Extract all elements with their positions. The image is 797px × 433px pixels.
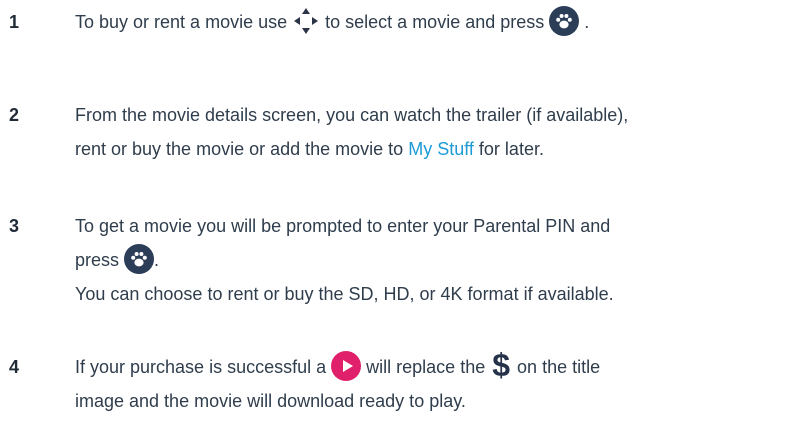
play-icon bbox=[331, 351, 362, 382]
step-number: 2 bbox=[9, 105, 20, 125]
step-text-segment: for later. bbox=[478, 139, 544, 159]
step-text-segment: . bbox=[154, 250, 160, 270]
step-text-segment: press bbox=[75, 250, 120, 270]
step-number: 3 bbox=[9, 216, 20, 236]
paw-button-icon bbox=[124, 244, 155, 275]
step-text-line: image and the movie will download ready … bbox=[75, 391, 466, 411]
step-text-line: From the movie details screen, you can w… bbox=[75, 105, 629, 125]
step-text-line: You can choose to rent or buy the SD, HD… bbox=[75, 284, 614, 304]
my-stuff-link[interactable]: My Stuff bbox=[408, 139, 474, 159]
step-text: To get a movie you will be prompted to e… bbox=[75, 209, 790, 311]
step-number: 1 bbox=[9, 12, 20, 32]
step-number: 4 bbox=[9, 357, 20, 377]
step-text-segment: on the title bbox=[517, 357, 601, 377]
step-text-segment: To buy or rent a movie use bbox=[75, 12, 288, 32]
step-text: From the movie details screen, you can w… bbox=[75, 98, 790, 166]
step-text: To buy or rent a movie use to select a m… bbox=[75, 5, 790, 39]
step-text-segment: will replace the bbox=[366, 357, 486, 377]
step-text-line: To get a movie you will be prompted to e… bbox=[75, 216, 611, 236]
instruction-steps: 1 To buy or rent a movie use to select a… bbox=[0, 0, 797, 433]
step-text-segment: rent or buy the movie or add the movie t… bbox=[75, 139, 404, 159]
step-text-segment: If your purchase is successful a bbox=[75, 357, 327, 377]
step-text-segment: . bbox=[584, 12, 590, 32]
paw-button-icon bbox=[549, 6, 580, 37]
dpad-arrows-icon bbox=[292, 6, 320, 36]
step-text-segment: to select a movie and press bbox=[325, 12, 545, 32]
step-text: If your purchase is successful a will re… bbox=[75, 347, 790, 418]
dollar-icon: $ bbox=[492, 347, 511, 384]
